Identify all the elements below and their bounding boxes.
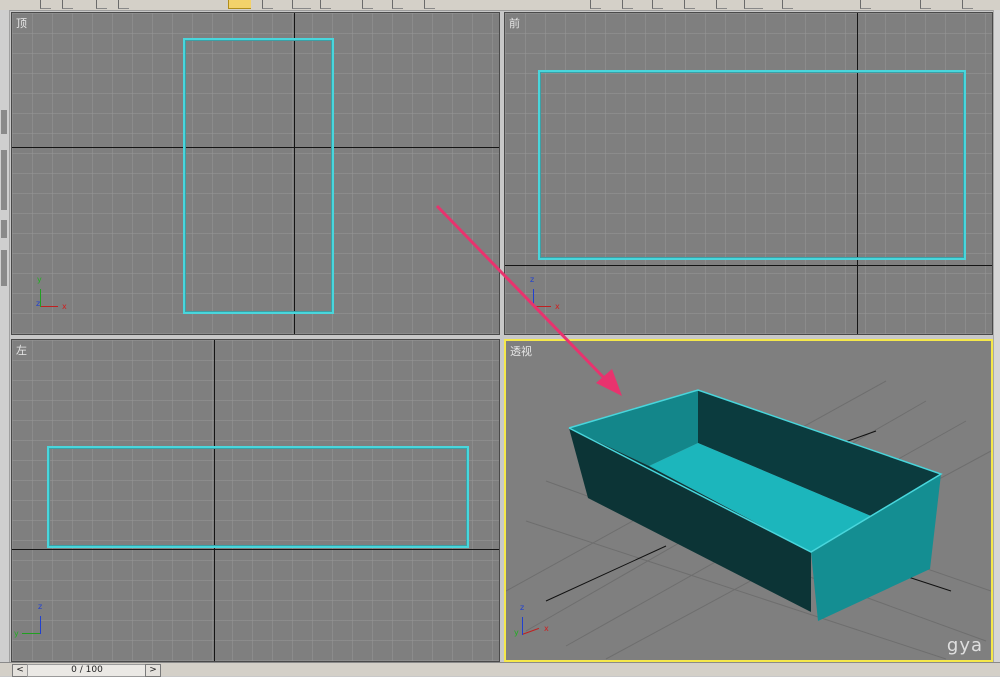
toolbar-icon[interactable] [392,0,403,9]
world-axis-horizontal [505,265,992,266]
gizmo-y-label: y [37,275,42,284]
strip-button[interactable] [1,150,7,210]
toolbar-icon[interactable] [860,0,871,9]
toolbar-icon[interactable] [920,0,931,9]
toolbar-icon[interactable] [782,0,793,9]
box-outline-left[interactable] [47,446,469,548]
gizmo-y-label: y [14,629,19,638]
time-slider: < 0 / 100 > [0,662,1000,677]
gizmo-x-axis [521,627,540,635]
right-panel-edge [993,10,1000,663]
strip-button[interactable] [1,250,7,286]
gizmo-z-label: z [520,603,525,612]
prev-frame-button[interactable]: < [12,664,28,677]
next-frame-button[interactable]: > [145,664,161,677]
spell-check-icon[interactable] [744,0,763,9]
frame-counter: 0 / 100 [71,665,103,675]
toolbar-icon[interactable] [62,0,73,9]
toolbar-icon[interactable] [362,0,373,9]
viewport-label[interactable]: 左 [16,342,27,358]
gizmo-y-label: y [514,628,519,637]
viewport-label[interactable]: 前 [509,15,520,31]
gizmo-z-axis [40,616,41,634]
gizmo-x-axis [533,306,551,307]
toolbar-icon[interactable] [590,0,601,9]
axis-gizmo: x z [525,275,561,311]
toolbar-icon[interactable] [716,0,727,9]
gizmo-z-label: z [38,602,43,611]
strip-button[interactable] [1,220,7,238]
axis-gizmo: x z y [514,603,550,639]
gizmo-z-axis [533,289,534,307]
viewport-top[interactable]: 顶 x y z [11,12,500,335]
viewport-perspective[interactable]: 透视 x z y gya [504,339,993,662]
viewport-left[interactable]: 左 y z [11,339,500,662]
gizmo-x-label: x [62,302,67,311]
gizmo-z-label: z [36,299,41,308]
viewport-label[interactable]: 顶 [16,15,27,31]
toolbar-icon[interactable] [40,0,51,9]
world-axis-horizontal [12,549,499,550]
gizmo-x-axis [40,306,58,307]
main-toolbar [0,0,1000,11]
world-axis [545,545,667,602]
gizmo-z-label: z [530,275,535,284]
select-tool-icon[interactable] [228,0,251,9]
toolbar-icon[interactable] [962,0,973,9]
viewport-front[interactable]: 前 x z [504,12,993,335]
toolbar-icon[interactable] [262,0,273,9]
toolbar-icon[interactable] [424,0,435,9]
gizmo-x-label: x [555,302,560,311]
gizmo-z-axis [522,617,523,635]
toolbar-icon[interactable] [292,0,311,9]
box-outline-top[interactable] [183,38,334,314]
watermark-logo: gya [946,635,983,656]
gizmo-x-label: x [544,624,549,633]
gizmo-y-axis [22,633,40,634]
toolbar-icon[interactable] [96,0,107,9]
toolbar-icon[interactable] [652,0,663,9]
strip-button[interactable] [1,110,7,134]
axis-gizmo: x y z [32,275,68,311]
toolbar-icon[interactable] [684,0,695,9]
perspective-scene [506,380,991,660]
toolbar-icon[interactable] [622,0,633,9]
box-outline-front[interactable] [538,70,966,260]
time-slider-track[interactable]: 0 / 100 [27,664,147,677]
toolbar-icon[interactable] [118,0,129,9]
toolbar-icon[interactable] [320,0,331,9]
left-tool-strip [0,10,10,663]
axis-gizmo: y z [14,602,50,638]
